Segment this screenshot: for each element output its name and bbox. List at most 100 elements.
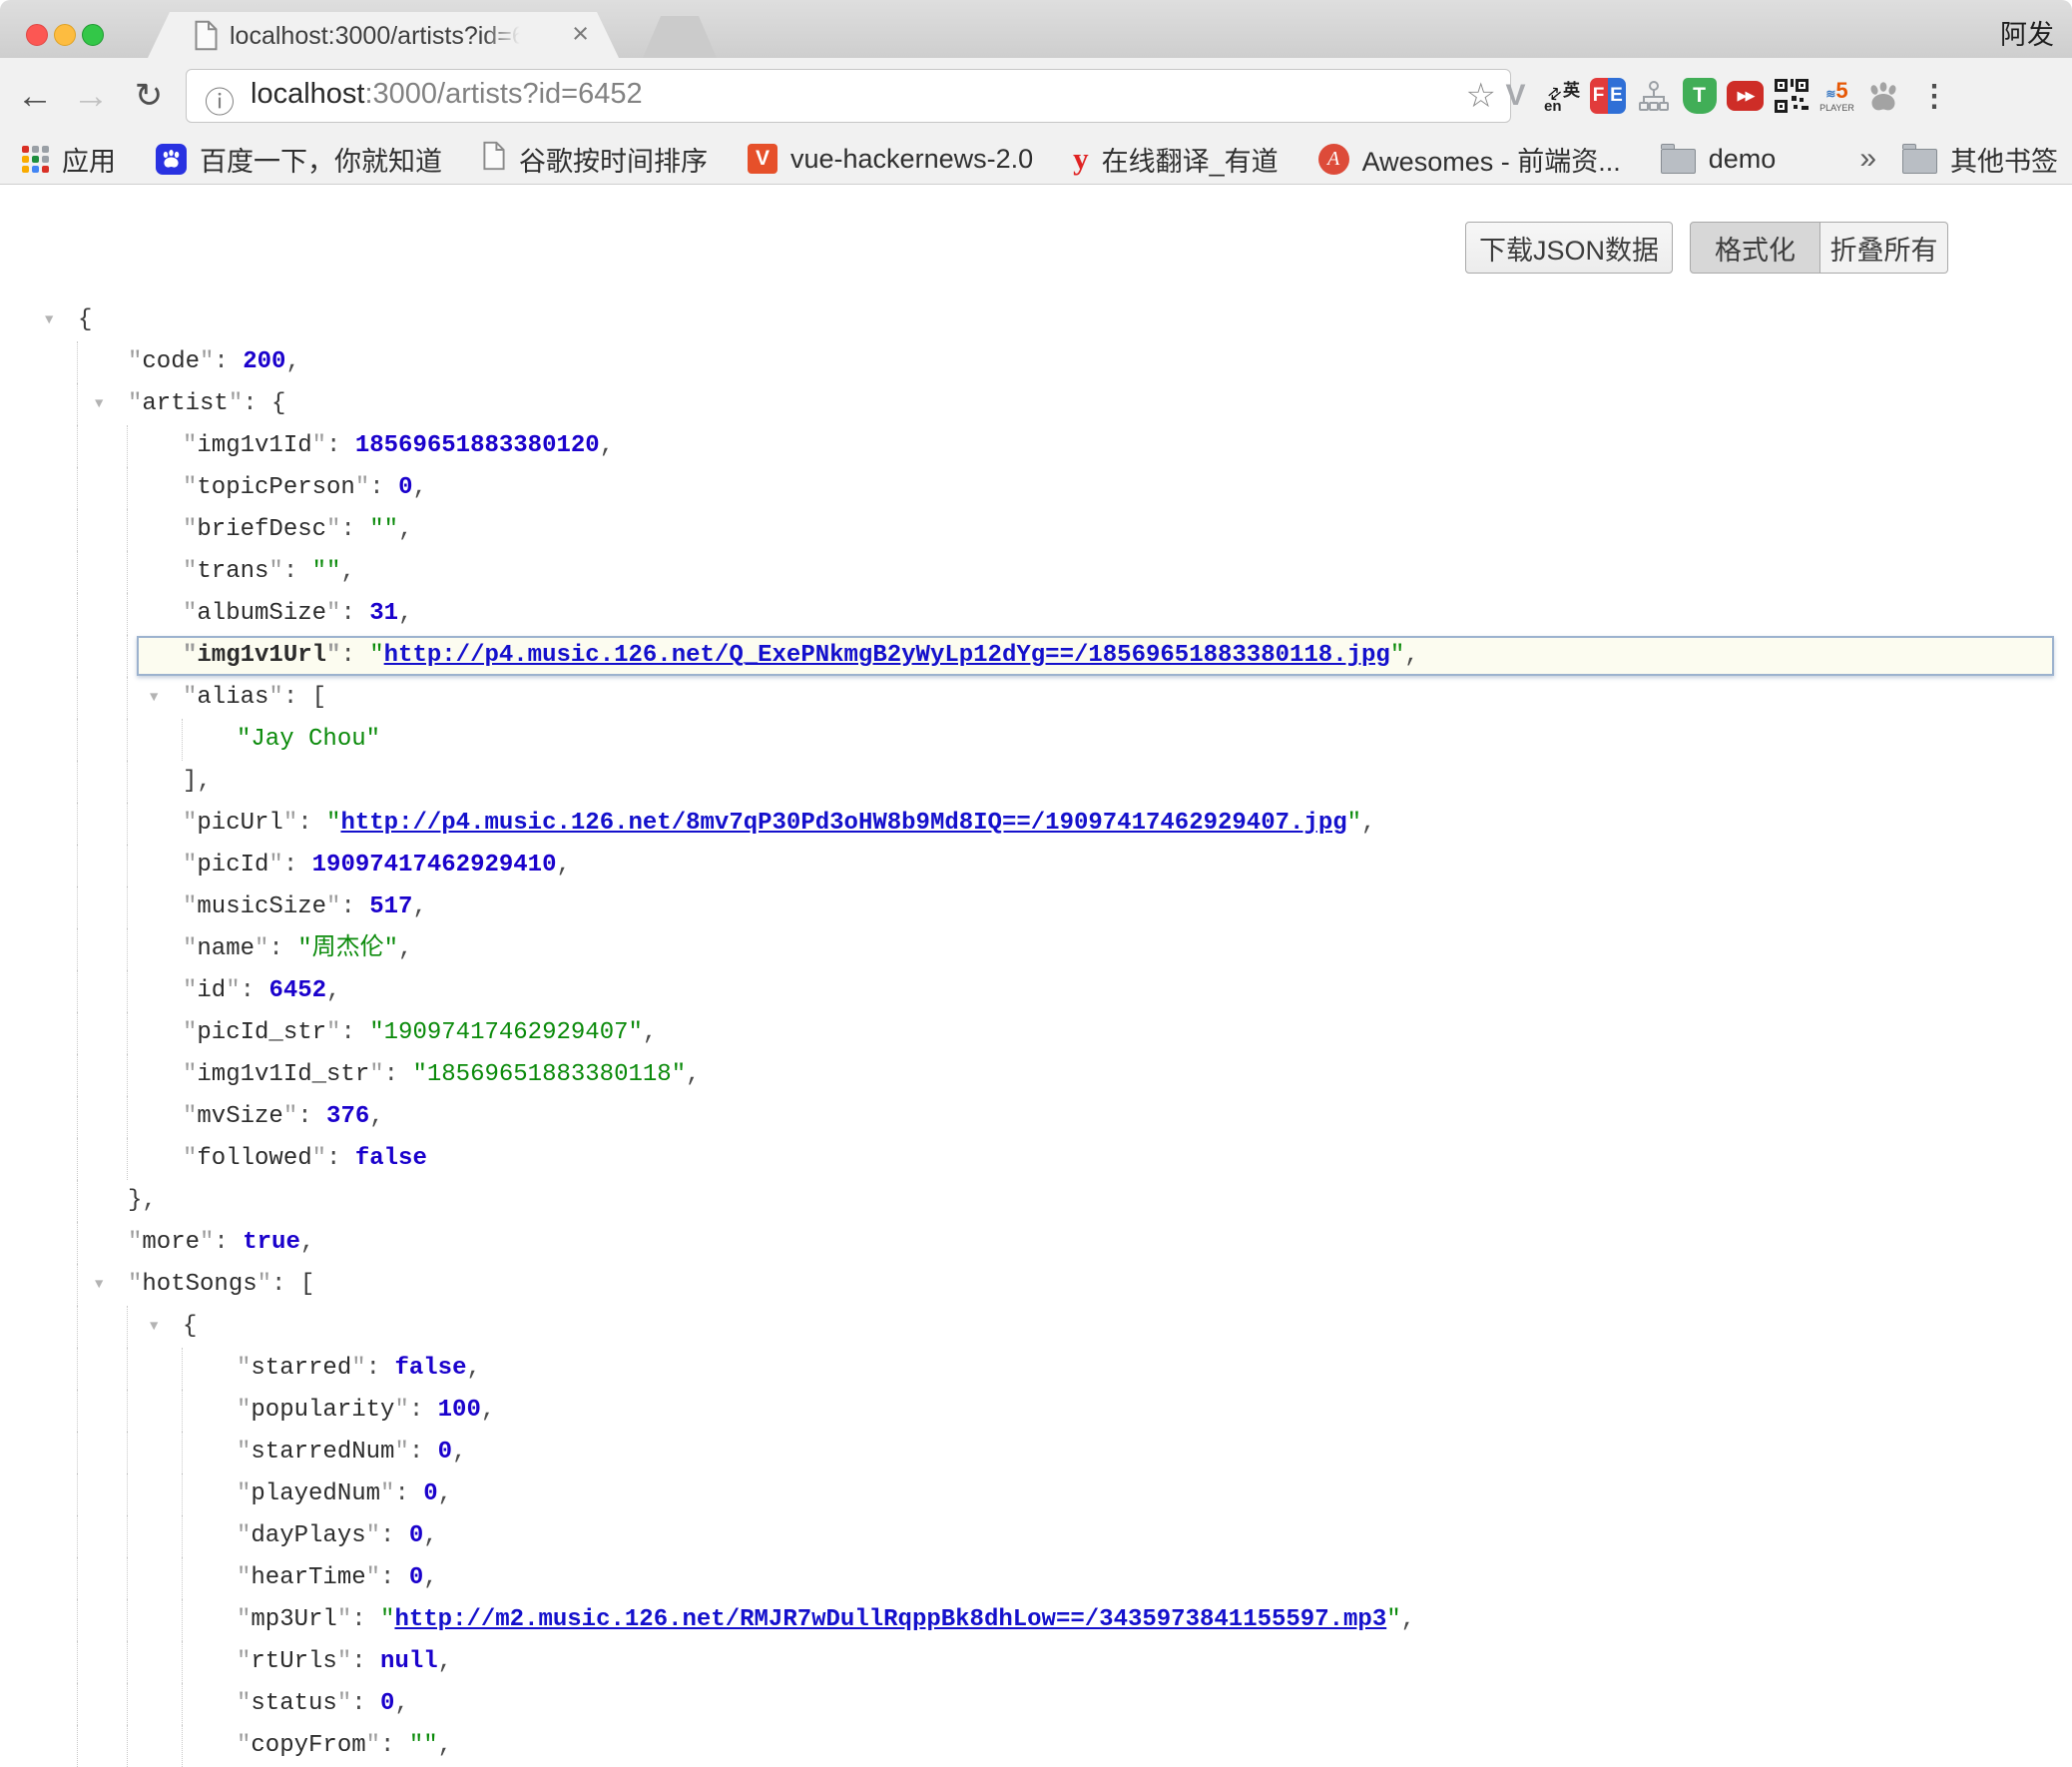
json-link[interactable]: http://p4.music.126.net/Q_ExePNkmgB2yWyL… <box>384 642 1390 669</box>
address-bar[interactable]: ⓘ localhost:3000/artists?id=6452 ☆ <box>186 69 1511 123</box>
video-player-icon[interactable]: ▶▶ <box>1727 76 1764 116</box>
collapse-toggle-icon[interactable]: ▼ <box>45 299 53 341</box>
bookmark-star-icon[interactable]: ☆ <box>1466 76 1496 116</box>
back-icon[interactable]: ← <box>12 58 58 134</box>
bookmark-item[interactable]: AAwesomes - 前端资... <box>1318 140 1621 179</box>
zoom-window-button[interactable] <box>82 24 104 46</box>
json-tokens: "starred": false, <box>237 1355 481 1382</box>
bookmarks-overflow-icon[interactable]: » <box>1859 142 1876 176</box>
html5-player-icon[interactable]: ≋5PLAYER <box>1818 76 1855 116</box>
json-tokens: "followed": false <box>183 1145 427 1172</box>
json-token: , <box>197 768 211 795</box>
json-token: " <box>326 893 340 920</box>
tampermonkey-icon[interactable]: T <box>1681 76 1718 116</box>
url-text[interactable]: localhost:3000/artists?id=6452 <box>251 78 643 111</box>
collapse-toggle-icon[interactable]: ▼ <box>95 1264 103 1306</box>
tab-bar: localhost:3000/artists?id=645 × 阿发 <box>0 0 2072 58</box>
bookmark-item[interactable]: 应用 <box>22 140 116 179</box>
json-token: " <box>237 1564 251 1591</box>
download-json-button[interactable]: 下载JSON数据 <box>1465 222 1673 274</box>
forward-icon[interactable]: → <box>68 58 114 134</box>
browser-tab[interactable]: localhost:3000/artists?id=645 × <box>148 12 619 58</box>
indent-guide <box>182 1390 183 1432</box>
new-tab-button[interactable] <box>643 16 717 58</box>
collapse-all-button[interactable]: 折叠所有 <box>1820 222 1948 274</box>
json-key: alias <box>197 684 268 711</box>
reload-icon[interactable]: ↻ <box>126 58 172 134</box>
bookmark-item[interactable]: Vvue-hackernews-2.0 <box>748 144 1033 175</box>
vimium-v-icon[interactable]: V <box>1497 76 1534 116</box>
json-line: "popularity": 100, <box>0 1390 2072 1432</box>
bookmark-item[interactable]: y在线翻译_有道 <box>1073 140 1279 179</box>
json-token: " <box>326 810 340 837</box>
json-bracket: } <box>128 1187 142 1214</box>
json-line: ▼{ <box>0 299 2072 341</box>
json-line: "picId_str": "19097417462929407", <box>0 1012 2072 1054</box>
json-token: : <box>283 684 312 711</box>
json-key: picId_str <box>197 1019 326 1046</box>
json-token: " <box>394 1439 408 1466</box>
fe-glyphs: FE <box>1590 78 1626 114</box>
json-tokens: "starredNum": 0, <box>237 1439 466 1466</box>
json-line: "dayPlays": 0, <box>0 1515 2072 1557</box>
json-token: " <box>1347 810 1361 837</box>
json-tokens: "code": 200, <box>128 348 300 375</box>
json-token: " <box>237 1606 251 1633</box>
json-token: " <box>369 642 383 669</box>
json-token: , <box>438 1480 452 1507</box>
bookmark-label: Awesomes - 前端资... <box>1362 140 1621 179</box>
json-token: , <box>466 1355 480 1382</box>
bookmark-item[interactable]: 百度一下，你就知道 <box>156 140 442 179</box>
format-button[interactable]: 格式化 <box>1690 222 1820 274</box>
json-value: 19097417462929410 <box>312 852 557 879</box>
indent-guide <box>127 1683 128 1725</box>
json-token: : <box>369 474 398 501</box>
json-token: " <box>326 600 340 627</box>
json-token: " <box>183 1019 197 1046</box>
json-tokens: "rtUrls": null, <box>237 1648 452 1675</box>
json-token: " <box>183 558 197 585</box>
paw-icon[interactable] <box>1864 76 1901 116</box>
json-key: hotSongs <box>142 1271 257 1298</box>
json-key: status <box>251 1690 336 1717</box>
site-info-icon[interactable]: ⓘ <box>205 78 235 122</box>
indent-guide <box>182 1725 183 1767</box>
minimize-window-button[interactable] <box>54 24 76 46</box>
sitemap-icon[interactable] <box>1635 76 1672 116</box>
json-link[interactable]: http://p4.music.126.net/8mv7qP30Pd3oHW8b… <box>340 810 1346 837</box>
json-link[interactable]: http://m2.music.126.net/RMJR7wDullRqppBk… <box>394 1606 1386 1633</box>
collapse-toggle-icon[interactable]: ▼ <box>150 1306 158 1348</box>
json-line: ▼{ <box>0 1306 2072 1348</box>
json-token: " <box>394 1397 408 1424</box>
qr-code-icon[interactable] <box>1773 76 1810 116</box>
tab-close-icon[interactable]: × <box>572 18 589 51</box>
collapse-toggle-icon[interactable]: ▼ <box>150 677 158 719</box>
en-label: en <box>1544 98 1562 115</box>
profile-name[interactable]: 阿发 <box>2000 13 2054 52</box>
fe-icon[interactable]: FE <box>1589 76 1626 116</box>
bookmark-item[interactable]: 谷歌按时间排序 <box>482 140 708 179</box>
browser-menu-icon[interactable]: ⋮ <box>1914 58 1954 134</box>
translate-icon[interactable]: ⇄英en <box>1543 76 1580 116</box>
json-token: " <box>128 1271 142 1298</box>
indent-guide <box>77 1264 78 1306</box>
json-key: starred <box>251 1355 351 1382</box>
json-tokens: "alias": [ <box>183 684 326 711</box>
other-bookmarks-folder[interactable]: 其他书签 <box>1902 140 2058 179</box>
json-tokens: "name": "周杰伦", <box>183 935 412 962</box>
json-token: : <box>340 642 369 669</box>
json-tokens: "musicSize": 517, <box>183 893 427 920</box>
json-token: , <box>1401 1606 1415 1633</box>
json-line: "playedNum": 0, <box>0 1473 2072 1515</box>
page-favicon <box>194 20 219 56</box>
collapse-toggle-icon[interactable]: ▼ <box>95 383 103 425</box>
json-tokens: "trans": "", <box>183 558 355 585</box>
e-half: E <box>1608 78 1626 114</box>
apps-grid-dot <box>42 156 49 163</box>
indent-guide <box>182 1641 183 1683</box>
json-token: : <box>380 1564 409 1591</box>
json-line: ▼"hotSongs": [ <box>0 1264 2072 1306</box>
indent-guide <box>127 1557 128 1599</box>
close-window-button[interactable] <box>26 24 48 46</box>
bookmark-item[interactable]: demo <box>1661 144 1777 175</box>
